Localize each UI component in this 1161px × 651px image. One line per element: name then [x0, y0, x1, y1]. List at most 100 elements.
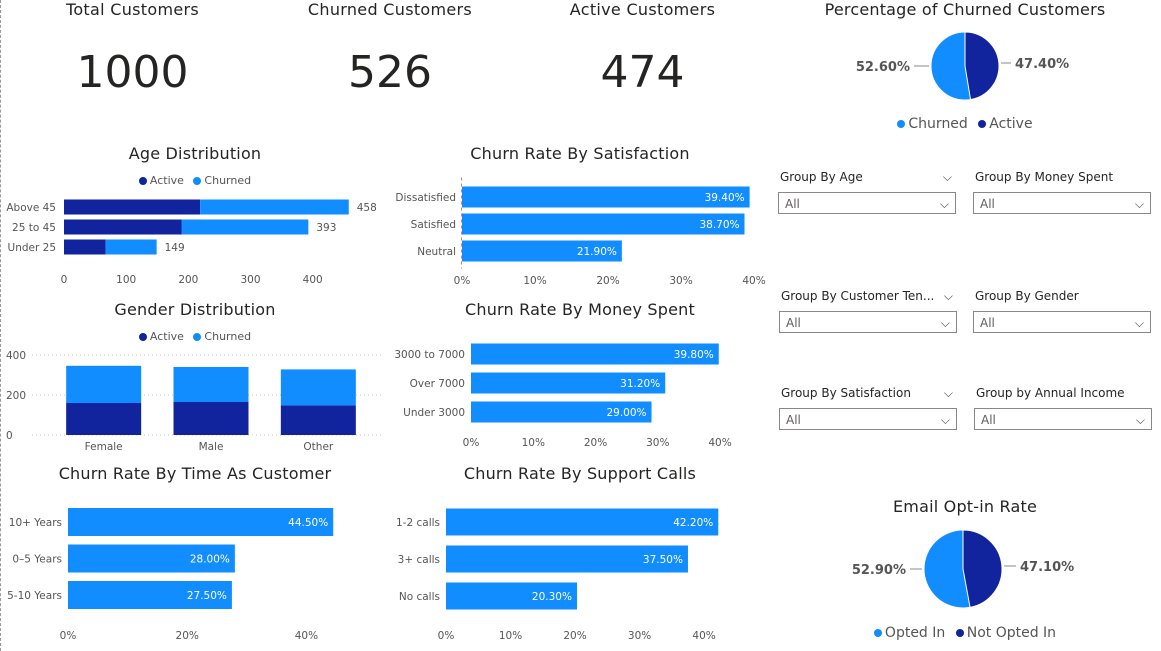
y-tick-label: 400 — [6, 350, 26, 362]
category-label: 3000 to 7000 — [394, 349, 465, 361]
satisfaction-chart: Dissatisfied 39.40% Satisfied 38.70% Neutral… — [395, 177, 766, 287]
money-spent-chart: 3000 to 7000 39.80% Over 7000 31.20% Under 3… — [394, 343, 732, 449]
slicer-header: Group By Satisfaction ⌵ — [779, 384, 957, 402]
kpi-value: 474 — [600, 47, 685, 98]
legend-item-active[interactable]: Active — [138, 174, 184, 187]
kpi-active-customers: Active Customers 474 — [560, 0, 725, 98]
time-as-customer-visual[interactable]: Churn Rate By Time As Customer 10+ Years… — [0, 464, 390, 651]
x-tick-label: 40% — [708, 437, 731, 449]
chevron-down-icon: ⌵ — [939, 197, 949, 211]
bar-segment-churned — [66, 365, 142, 403]
slicer-dropdown[interactable]: All ⌵ — [779, 408, 957, 430]
category-label: Under 25 — [8, 242, 56, 254]
kpi-value: 526 — [348, 47, 432, 98]
chart-title: Churn Rate By Satisfaction — [470, 144, 690, 163]
slicer-group-by-gender[interactable]: Group By Gender All ⌵ — [973, 287, 1151, 333]
bar-segment-churned — [200, 199, 349, 215]
legend-item-opted-in[interactable]: Opted In — [873, 625, 946, 641]
slicer-group-by-annual-income[interactable]: Group by Annual Income All ⌵ — [974, 384, 1152, 430]
category-label: 5-10 Years — [7, 590, 62, 602]
category-label: Other — [303, 441, 333, 453]
gender-distribution-visual[interactable]: Gender Distribution Active Churned 0 200 4… — [0, 300, 390, 460]
slicer-group-by-customer-tenure[interactable]: Group By Customer Ten... ⌵ All ⌵ — [779, 287, 957, 333]
churn-pie-visual[interactable]: Percentage of Churned Customers 52.60% 47… — [800, 0, 1130, 140]
y-tick-label: 0 — [6, 430, 13, 442]
bar-segment-active — [66, 403, 142, 435]
x-tick-label: 100 — [116, 274, 136, 286]
total-label: 149 — [165, 242, 185, 254]
kpi-title: Churned Customers — [307, 0, 473, 19]
x-tick-label: 20% — [584, 437, 607, 449]
data-label: 52.90% — [852, 563, 906, 578]
chevron-down-icon: ⌵ — [940, 316, 950, 330]
age-distribution-visual[interactable]: Age Distribution Active Churned Above 45… — [0, 144, 390, 294]
x-tick-label: 40% — [692, 630, 715, 642]
chevron-down-icon: ⌵ — [940, 413, 950, 427]
category-label: Neutral — [417, 246, 456, 258]
x-tick-label: 20% — [596, 275, 619, 287]
category-label: 0–5 Years — [12, 554, 62, 566]
slicer-dropdown[interactable]: All ⌵ — [778, 192, 956, 214]
slicer-dropdown[interactable]: All ⌵ — [779, 311, 957, 333]
data-label: 37.50% — [643, 554, 683, 566]
chart-title: Email Opt-in Rate — [892, 497, 1038, 516]
slicer-dropdown[interactable]: All ⌵ — [973, 192, 1151, 214]
chart-legend: Active Churned — [0, 174, 390, 187]
bar-segment-churned — [105, 239, 157, 255]
legend-dot-active — [138, 177, 147, 185]
satisfaction-visual[interactable]: Churn Rate By Satisfaction Dissatisfied 3… — [390, 144, 770, 294]
x-tick-label: 0% — [438, 630, 455, 642]
category-label: Dissatisfied — [395, 192, 456, 204]
legend-item-churned[interactable]: Churned — [897, 116, 968, 132]
chart-legend: Active Churned — [0, 330, 390, 343]
slicer-dropdown[interactable]: All ⌵ — [974, 408, 1152, 430]
x-tick-label: 20% — [563, 630, 586, 642]
x-tick-label: 30% — [646, 437, 669, 449]
legend-label: Churned — [908, 116, 968, 132]
legend-label: Churned — [204, 174, 252, 187]
category-label: 3+ calls — [398, 554, 440, 566]
data-label: 39.80% — [674, 349, 714, 361]
data-label: 44.50% — [288, 517, 328, 529]
x-tick-label: 30% — [628, 630, 651, 642]
legend-label: Not Opted In — [966, 625, 1057, 641]
money-spent-visual[interactable]: Churn Rate By Money Spent 3000 to 7000 39… — [390, 300, 770, 460]
legend-dot-active — [138, 333, 147, 341]
slicer-group-by-money-spent[interactable]: Group By Money Spent All ⌵ — [973, 168, 1151, 214]
legend-label: Opted In — [884, 625, 946, 641]
bar-segment-churned — [280, 369, 356, 406]
legend-dot-churned — [193, 177, 202, 185]
legend-item-active[interactable]: Active — [978, 116, 1033, 132]
kpi-title: Active Customers — [569, 0, 716, 19]
chart-legend: Churned Active — [800, 116, 1130, 132]
kpi-total-customers: Total Customers 1000 — [50, 0, 215, 98]
chevron-down-icon[interactable]: ⌵ — [943, 168, 952, 186]
email-optin-pie-visual[interactable]: Email Opt-in Rate 52.90% 47.10% Opted In … — [800, 497, 1130, 647]
time-as-customer-chart: 10+ Years 44.50% 0–5 Years 28.00% 5-10 Years… — [7, 508, 334, 642]
slicer-dropdown[interactable]: All ⌵ — [973, 311, 1151, 333]
slicer-header: Group by Annual Income — [974, 384, 1152, 402]
legend-item-not-opted-in[interactable]: Not Opted In — [955, 625, 1057, 641]
legend-item-active[interactable]: Active — [138, 330, 184, 343]
data-label: 52.60% — [856, 60, 910, 75]
chevron-down-icon[interactable]: ⌵ — [944, 384, 953, 402]
slicer-header: Group By Age ⌵ — [778, 168, 956, 186]
email-optin-pie-chart: 52.90% 47.10% — [852, 529, 1074, 609]
x-tick-label: 0 — [61, 274, 68, 286]
category-label: Satisfied — [411, 219, 456, 231]
chart-title: Age Distribution — [128, 144, 262, 163]
legend-dot-opted-in — [873, 629, 882, 637]
slicer-header: Group By Money Spent — [973, 168, 1151, 186]
chevron-down-icon[interactable]: ⌵ — [944, 287, 953, 305]
slicer-title: Group By Age — [780, 170, 863, 184]
data-label: 27.50% — [187, 590, 227, 602]
legend-item-churned[interactable]: Churned — [193, 330, 251, 343]
chart-title: Gender Distribution — [114, 300, 276, 319]
category-label: Above 45 — [6, 202, 56, 214]
support-calls-visual[interactable]: Churn Rate By Support Calls 1-2 calls 42.… — [390, 464, 770, 651]
legend-dot-not-opted-in — [955, 629, 964, 637]
legend-item-churned[interactable]: Churned — [193, 174, 251, 187]
chevron-down-icon: ⌵ — [1134, 197, 1144, 211]
slicer-group-by-satisfaction[interactable]: Group By Satisfaction ⌵ All ⌵ — [779, 384, 957, 430]
slicer-group-by-age[interactable]: Group By Age ⌵ All ⌵ — [778, 168, 956, 214]
